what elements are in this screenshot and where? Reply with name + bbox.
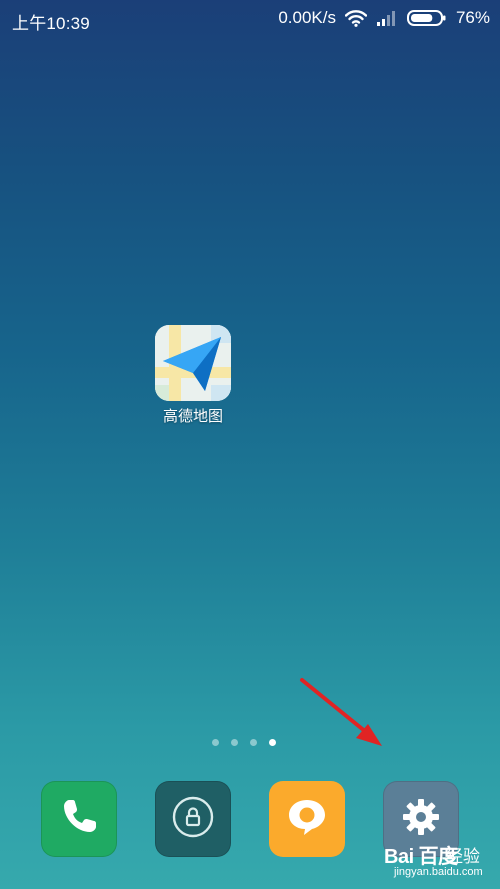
red-arrow-icon [296, 674, 390, 754]
page-indicator [212, 737, 292, 747]
security-icon [170, 794, 216, 845]
phone-icon [57, 795, 101, 844]
app-amap[interactable]: 高德地图 [150, 324, 236, 425]
dock-security-app[interactable] [155, 781, 231, 857]
app-label: 高德地图 [162, 408, 223, 425]
battery-percent: 76% [455, 8, 490, 27]
status-bar: 上午10:39 0.00K/s 76% [0, 0, 500, 36]
baidu-jingyan-watermark: Bai 百度 经验 jingyan.baidu.com [384, 840, 496, 886]
watermark-url: jingyan.baidu.com [394, 866, 483, 878]
page-dot[interactable] [231, 738, 238, 746]
page-dot[interactable] [212, 738, 219, 746]
settings-gear-icon [399, 795, 443, 844]
dock-messages-app[interactable] [269, 781, 345, 857]
watermark-cn: 经验 [446, 847, 480, 866]
messages-icon [284, 794, 330, 845]
signal-icon [376, 9, 398, 27]
status-time: 上午10:39 [12, 14, 90, 33]
amap-icon [155, 325, 231, 401]
page-dot-active[interactable] [269, 738, 276, 746]
battery-icon [406, 9, 447, 27]
page-dot[interactable] [250, 738, 257, 746]
dock-phone-app[interactable] [41, 781, 117, 857]
network-speed: 0.00K/s [278, 8, 336, 27]
status-indicators: 0.00K/s 76% [278, 8, 490, 28]
wifi-icon [344, 9, 367, 27]
